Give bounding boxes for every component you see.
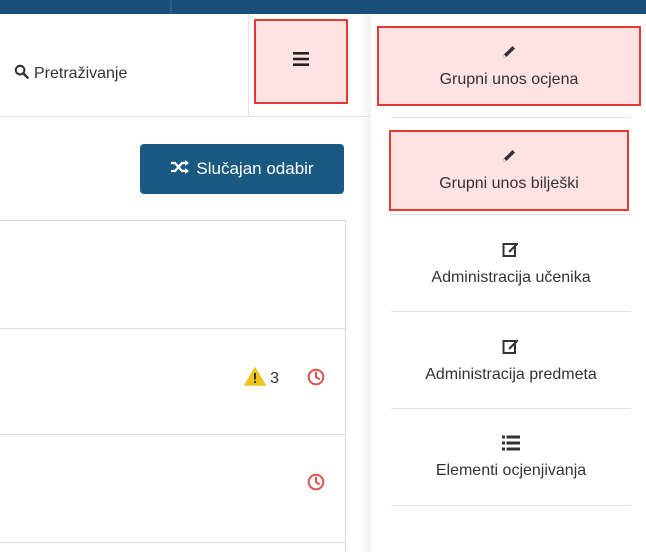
- menu-item-label: Grupni unos ocjena: [439, 70, 579, 88]
- menu-item-label: Elementi ocjenjivanja: [435, 461, 587, 479]
- menu-item-label: Administracija učenika: [431, 268, 591, 286]
- search-label: Pretraživanje: [34, 65, 128, 82]
- row-status: 3: [244, 367, 325, 391]
- warning-badge: 3: [244, 367, 279, 391]
- edit-icon: [502, 337, 520, 366]
- menu-item-label: Grupni unos bilješki: [439, 175, 579, 192]
- menu-item-label: Administracija predmeta: [425, 365, 597, 383]
- search-link[interactable]: Pretraživanje: [14, 64, 127, 84]
- menu-toggle-button[interactable]: [254, 19, 348, 104]
- warning-icon: [244, 367, 270, 391]
- list-icon: [502, 435, 520, 462]
- menu-divider: [391, 214, 631, 215]
- top-navbar: [0, 0, 646, 14]
- pencil-icon: [501, 44, 517, 71]
- warning-count: 3: [270, 370, 279, 387]
- table-row[interactable]: [0, 434, 346, 542]
- pencil-icon: [501, 148, 517, 175]
- search-cell[interactable]: Pretraživanje: [0, 14, 249, 116]
- table-row[interactable]: [0, 542, 346, 552]
- table-row[interactable]: [0, 220, 346, 328]
- menu-item-elementi-ocjenjivanja[interactable]: Elementi ocjenjivanja: [391, 410, 631, 504]
- menu-divider: [391, 117, 631, 118]
- menu-item-administracija-ucenika[interactable]: Administracija učenika: [391, 216, 631, 310]
- menu-divider: [391, 311, 631, 312]
- menu-item-grupni-unos-ocjena[interactable]: Grupni unos ocjena: [377, 26, 641, 106]
- row-status: [307, 473, 325, 496]
- navbar-divider: [170, 0, 172, 14]
- menu-divider: [391, 408, 631, 409]
- menu-item-administracija-predmeta[interactable]: Administracija predmeta: [391, 313, 631, 407]
- random-pick-label: Slučajan odabir: [196, 159, 314, 178]
- menu-divider: [391, 505, 631, 506]
- clock-icon[interactable]: [307, 368, 325, 391]
- menu-item-grupni-unos-biljeski[interactable]: Grupni unos bilješki: [389, 130, 629, 211]
- dropdown-menu: Grupni unos ocjena Grupni unos bilješki …: [371, 14, 646, 552]
- edit-icon: [502, 240, 520, 269]
- random-pick-button[interactable]: Slučajan odabir: [140, 144, 344, 194]
- search-icon: [14, 64, 34, 84]
- header-divider: [0, 116, 370, 117]
- table-row[interactable]: 3: [0, 328, 346, 434]
- hamburger-icon: [293, 52, 309, 71]
- clock-icon[interactable]: [307, 473, 325, 496]
- shuffle-icon: [170, 159, 196, 180]
